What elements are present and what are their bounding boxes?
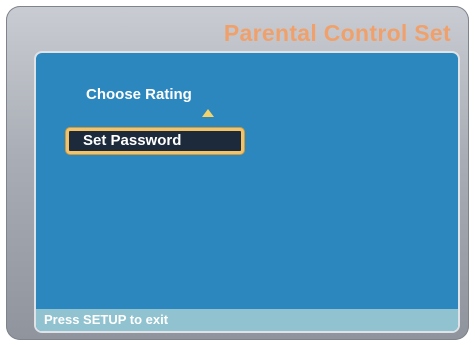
- page-title: Parental Control Set: [223, 20, 451, 46]
- arrow-up-icon: [202, 109, 214, 117]
- menu-screen: Choose Rating Set Password Press SETUP t…: [34, 51, 460, 333]
- menu-item-set-password[interactable]: Set Password: [66, 128, 244, 154]
- menu-item-choose-rating[interactable]: Choose Rating: [86, 86, 192, 103]
- osd-frame: Parental Control Set Choose Rating Set P…: [6, 6, 469, 340]
- status-bar: Press SETUP to exit: [36, 309, 458, 331]
